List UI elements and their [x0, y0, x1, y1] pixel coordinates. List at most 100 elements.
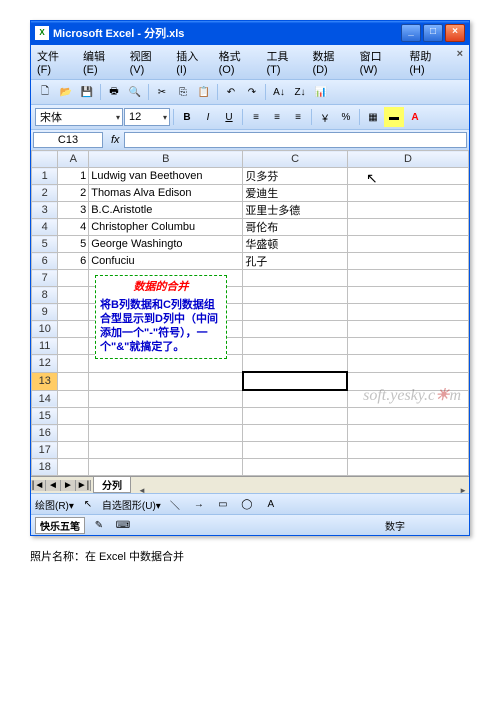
- cell[interactable]: [89, 459, 243, 476]
- row-header[interactable]: 15: [32, 408, 58, 425]
- row-header[interactable]: 5: [32, 236, 58, 253]
- cell[interactable]: [347, 338, 468, 355]
- row-header[interactable]: 2: [32, 185, 58, 202]
- cell[interactable]: Ludwig van Beethoven: [89, 168, 243, 185]
- cell[interactable]: [243, 338, 348, 355]
- cell[interactable]: [89, 390, 243, 408]
- cell[interactable]: [243, 459, 348, 476]
- font-color-icon[interactable]: A: [405, 107, 425, 127]
- select-all-corner[interactable]: [32, 151, 58, 168]
- cell[interactable]: 贝多芬: [243, 168, 348, 185]
- row-header[interactable]: 6: [32, 253, 58, 270]
- cell[interactable]: [58, 304, 89, 321]
- undo-icon[interactable]: ↶: [221, 82, 241, 102]
- borders-icon[interactable]: ▦: [363, 107, 383, 127]
- active-cell-C13[interactable]: [243, 372, 348, 390]
- new-icon[interactable]: 🗋: [35, 82, 55, 102]
- sheet-tab-active[interactable]: 分列: [93, 477, 131, 493]
- row-header[interactable]: 7: [32, 270, 58, 287]
- bold-button[interactable]: B: [177, 107, 197, 127]
- cell[interactable]: [347, 425, 468, 442]
- cell[interactable]: 孔子: [243, 253, 348, 270]
- cell[interactable]: [347, 202, 468, 219]
- row-header[interactable]: 3: [32, 202, 58, 219]
- cell[interactable]: [243, 321, 348, 338]
- cell[interactable]: 2: [58, 185, 89, 202]
- draw-menu[interactable]: 绘图(R)▾: [35, 497, 74, 512]
- align-center-icon[interactable]: ≡: [267, 107, 287, 127]
- italic-button[interactable]: I: [198, 107, 218, 127]
- cell[interactable]: [347, 287, 468, 304]
- minimize-button[interactable]: _: [401, 24, 421, 42]
- cell[interactable]: Thomas Alva Edison: [89, 185, 243, 202]
- cell[interactable]: [89, 442, 243, 459]
- currency-icon[interactable]: ￥: [315, 107, 335, 127]
- row-header[interactable]: 9: [32, 304, 58, 321]
- cell[interactable]: Christopher Columbu: [89, 219, 243, 236]
- cell[interactable]: [243, 425, 348, 442]
- cell[interactable]: [89, 372, 243, 390]
- oval-icon[interactable]: ◯: [237, 494, 257, 514]
- menu-format[interactable]: 格式(O): [217, 47, 259, 77]
- menu-view[interactable]: 视图(V): [128, 47, 169, 77]
- sort-asc-icon[interactable]: A↓: [269, 82, 289, 102]
- cell[interactable]: [347, 253, 468, 270]
- menu-data[interactable]: 数据(D): [310, 47, 351, 77]
- cell[interactable]: [347, 459, 468, 476]
- row-header[interactable]: 17: [32, 442, 58, 459]
- cell[interactable]: 亚里士多德: [243, 202, 348, 219]
- menu-file[interactable]: 文件(F): [35, 47, 75, 77]
- cell[interactable]: [58, 425, 89, 442]
- font-name-select[interactable]: 宋体: [35, 108, 123, 126]
- chart-icon[interactable]: 📊: [311, 82, 331, 102]
- cell[interactable]: [58, 355, 89, 373]
- row-header[interactable]: 16: [32, 425, 58, 442]
- cell[interactable]: [58, 390, 89, 408]
- cell[interactable]: [243, 390, 348, 408]
- row-header[interactable]: 4: [32, 219, 58, 236]
- annotation-textbox[interactable]: 数据的合并 将B列数据和C列数据组合型显示到D列中（中间添加一个"-"符号），一…: [95, 275, 227, 359]
- align-left-icon[interactable]: ≡: [246, 107, 266, 127]
- cell[interactable]: 6: [58, 253, 89, 270]
- cell[interactable]: [243, 304, 348, 321]
- col-header-D[interactable]: D: [347, 151, 468, 168]
- col-header-B[interactable]: B: [89, 151, 243, 168]
- name-box[interactable]: C13: [33, 132, 103, 148]
- close-button[interactable]: ×: [445, 24, 465, 42]
- cell[interactable]: [347, 321, 468, 338]
- sheet-nav-first-icon[interactable]: |◄: [31, 480, 46, 491]
- select-arrow-icon[interactable]: ↖: [78, 494, 98, 514]
- menu-insert[interactable]: 插入(I): [174, 47, 210, 77]
- ime-icon[interactable]: ✎: [89, 515, 109, 535]
- font-size-select[interactable]: 12: [124, 108, 170, 126]
- cell[interactable]: [58, 459, 89, 476]
- cell[interactable]: George Washingto: [89, 236, 243, 253]
- ime-icon2[interactable]: ⌨: [113, 515, 133, 535]
- row-header[interactable]: 1: [32, 168, 58, 185]
- sheet-nav-last-icon[interactable]: ►|: [76, 480, 91, 491]
- cell[interactable]: [347, 185, 468, 202]
- cell[interactable]: [347, 270, 468, 287]
- spreadsheet-grid[interactable]: ↖ A B C D 1 1 Ludwig van Beethoven 贝多芬: [31, 150, 469, 476]
- cell[interactable]: [58, 287, 89, 304]
- cell[interactable]: [347, 442, 468, 459]
- menu-window[interactable]: 窗口(W): [358, 47, 402, 77]
- sort-desc-icon[interactable]: Z↓: [290, 82, 310, 102]
- cell[interactable]: [58, 442, 89, 459]
- cell[interactable]: 华盛顿: [243, 236, 348, 253]
- row-header[interactable]: 12: [32, 355, 58, 373]
- cell[interactable]: [89, 425, 243, 442]
- cell[interactable]: [243, 270, 348, 287]
- cell[interactable]: [347, 304, 468, 321]
- autoshapes-menu[interactable]: 自选图形(U)▾: [102, 497, 161, 512]
- cell[interactable]: [243, 355, 348, 373]
- col-header-A[interactable]: A: [58, 151, 89, 168]
- arrow-icon[interactable]: →: [189, 494, 209, 514]
- cell[interactable]: [243, 287, 348, 304]
- row-header[interactable]: 18: [32, 459, 58, 476]
- cell[interactable]: Confuciu: [89, 253, 243, 270]
- fill-color-icon[interactable]: ▬: [384, 107, 404, 127]
- cell[interactable]: B.C.Aristotle: [89, 202, 243, 219]
- row-header[interactable]: 10: [32, 321, 58, 338]
- maximize-button[interactable]: □: [423, 24, 443, 42]
